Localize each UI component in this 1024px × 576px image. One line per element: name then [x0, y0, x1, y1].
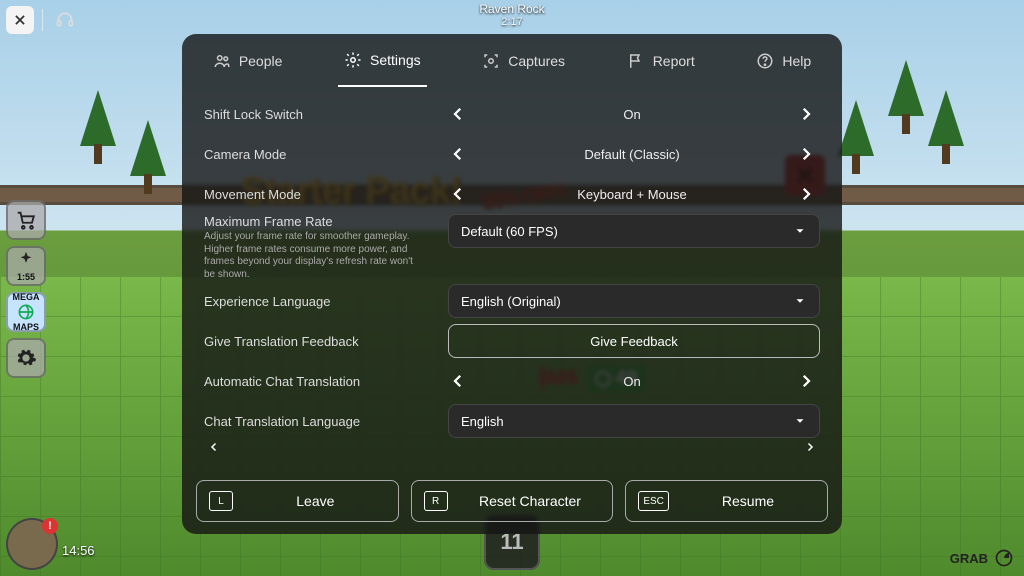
setting-label-movement-mode: Movement Mode	[204, 187, 434, 202]
give-feedback-button[interactable]: Give Feedback	[448, 324, 820, 358]
tab-label: Help	[782, 53, 811, 69]
setting-label-exp-lang: Experience Language	[204, 294, 434, 309]
setting-value-movement-mode: Keyboard + Mouse	[482, 187, 782, 202]
background-tree	[838, 100, 874, 156]
game-title: Raven Rock 2:17	[479, 2, 544, 28]
shop-button[interactable]	[6, 200, 46, 240]
resume-button[interactable]: ESC Resume	[625, 480, 828, 522]
dropdown-value: English	[461, 414, 504, 429]
dropdown-max-fps[interactable]: Default (60 FPS)	[448, 214, 820, 248]
clock: 14:56	[62, 543, 95, 558]
setting-label-shift-lock: Shift Lock Switch	[204, 107, 434, 122]
chevron-down-icon	[793, 294, 807, 308]
sparkles-button[interactable]: 1:55	[6, 246, 46, 286]
key-hint: L	[209, 491, 233, 511]
chevron-left-icon[interactable]	[444, 367, 472, 395]
setting-label-camera-mode: Camera Mode	[204, 147, 434, 162]
setting-label-max-fps: Maximum Frame Rate Adjust your frame rat…	[204, 214, 434, 281]
button-label: Leave	[245, 493, 386, 509]
tab-report[interactable]: Report	[621, 34, 701, 87]
setting-desc-max-fps: Adjust your frame rate for smoother game…	[204, 231, 424, 281]
tab-people[interactable]: People	[207, 34, 289, 87]
setting-value-auto-trans: On	[482, 374, 782, 389]
key-hint: ESC	[638, 491, 669, 511]
gear-icon	[344, 51, 362, 69]
grab-indicator: GRAB	[950, 548, 1014, 568]
chevron-right-icon[interactable]	[792, 100, 820, 128]
headset-icon[interactable]	[51, 6, 79, 34]
settings-panel: People Settings Captures Report Help Shi…	[182, 34, 842, 534]
chevron-left-icon[interactable]	[444, 140, 472, 168]
tab-captures[interactable]: Captures	[476, 34, 571, 87]
button-label: Resume	[681, 493, 815, 509]
button-label: Reset Character	[460, 493, 601, 509]
tab-label: Captures	[508, 53, 565, 69]
chevron-right-icon[interactable]	[792, 140, 820, 168]
setting-label-feedback: Give Translation Feedback	[204, 334, 434, 349]
avatar-notification-badge: !	[42, 518, 58, 534]
avatar[interactable]: !	[8, 520, 56, 568]
chevron-down-icon	[793, 414, 807, 428]
setting-value-shift-lock: On	[482, 107, 782, 122]
background-tree	[130, 120, 166, 176]
help-icon	[756, 52, 774, 70]
reset-character-button[interactable]: R Reset Character	[411, 480, 614, 522]
flag-icon	[627, 52, 645, 70]
scroll-hint	[204, 441, 820, 455]
topbar-divider	[42, 9, 43, 31]
tab-label: Report	[653, 53, 695, 69]
chevron-right-icon[interactable]	[792, 367, 820, 395]
key-hint: R	[424, 491, 448, 511]
tab-label: People	[239, 53, 283, 69]
tab-label: Settings	[370, 52, 421, 68]
close-button[interactable]	[6, 6, 34, 34]
setting-label-auto-trans: Automatic Chat Translation	[204, 374, 434, 389]
chevron-down-icon	[793, 224, 807, 238]
dropdown-value: Default (60 FPS)	[461, 224, 558, 239]
mega-maps-button[interactable]: MEGA MAPS	[6, 292, 46, 332]
setting-label-trans-lang: Chat Translation Language	[204, 414, 434, 429]
camera-icon	[482, 52, 500, 70]
setting-value-camera-mode: Default (Classic)	[482, 147, 782, 162]
background-tree	[80, 90, 116, 146]
dropdown-trans-lang[interactable]: English	[448, 404, 820, 438]
gear-button[interactable]	[6, 338, 46, 378]
background-tree	[928, 90, 964, 146]
tab-help[interactable]: Help	[750, 34, 817, 87]
sparkles-timer: 1:55	[17, 272, 35, 282]
dropdown-exp-lang[interactable]: English (Original)	[448, 284, 820, 318]
chevron-left-icon[interactable]	[444, 180, 472, 208]
tab-settings[interactable]: Settings	[338, 34, 427, 87]
chevron-left-icon[interactable]	[444, 100, 472, 128]
dropdown-value: English (Original)	[461, 294, 561, 309]
chevron-right-icon[interactable]	[792, 180, 820, 208]
background-tree	[888, 60, 924, 116]
leave-button[interactable]: L Leave	[196, 480, 399, 522]
